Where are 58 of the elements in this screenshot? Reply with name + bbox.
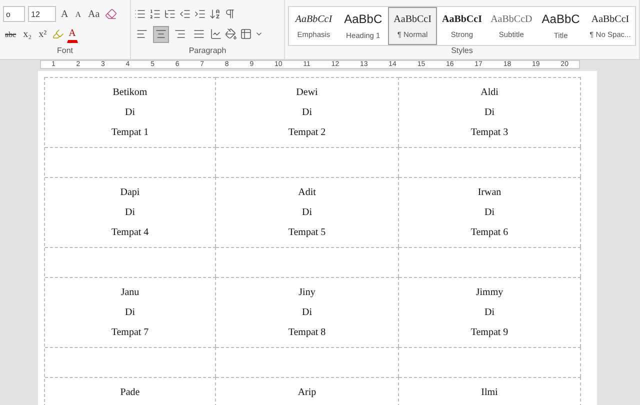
strikethrough-button[interactable]: abc xyxy=(3,26,18,42)
cell-place: Tempat 6 xyxy=(470,226,508,240)
cell-name: Jimmy xyxy=(476,286,504,300)
cell-place: Tempat 8 xyxy=(288,326,326,340)
font-color-button[interactable]: A xyxy=(66,26,78,42)
cell-text: Di xyxy=(302,106,312,120)
align-button[interactable] xyxy=(153,26,169,42)
align-icon xyxy=(136,28,148,40)
cell-name: Jiny xyxy=(298,286,316,300)
group-label: Font xyxy=(56,46,74,57)
cell-name: Janu xyxy=(120,286,140,300)
group-label: Styles xyxy=(450,46,474,57)
cell-text: Di xyxy=(484,306,494,320)
numbering-icon[interactable] xyxy=(149,8,161,20)
cell-name: Adit xyxy=(298,186,316,200)
multilevel-list-icon[interactable] xyxy=(164,8,176,20)
highlighter-icon[interactable] xyxy=(52,28,64,40)
sort-icon[interactable] xyxy=(209,8,221,20)
cell-place: Tempat 2 xyxy=(288,126,326,140)
cell-text: Di xyxy=(125,106,135,120)
align-icon xyxy=(174,28,186,40)
cell-name: Ilmi xyxy=(481,386,498,400)
align-icon xyxy=(193,28,205,40)
change-case-button[interactable]: Aa xyxy=(86,6,102,22)
cell-name: Dewi xyxy=(296,86,318,100)
cell-name: Irwan xyxy=(478,186,502,200)
clear-formatting-icon[interactable] xyxy=(104,8,117,20)
dropdown-icon[interactable] xyxy=(255,30,263,38)
cell-place: Tempat 4 xyxy=(111,226,149,240)
cell-text: Di xyxy=(484,206,494,220)
cell-place: Tempat 1 xyxy=(111,126,149,140)
subscript-button[interactable]: x₂ xyxy=(21,26,34,42)
pilcrow-icon[interactable] xyxy=(224,8,236,20)
cell-text: Di xyxy=(125,206,135,220)
cell-text: Di xyxy=(302,306,312,320)
cell-name: Aldi xyxy=(480,86,498,100)
cell-place: Tempat 3 xyxy=(470,126,508,140)
cell-name: Arip xyxy=(298,386,316,400)
cell-place: Tempat 9 xyxy=(470,326,508,340)
borders-icon[interactable] xyxy=(240,28,252,40)
cell-text: Di xyxy=(125,306,135,320)
cell-place: Tempat 5 xyxy=(288,226,326,240)
group-label: Paragraph xyxy=(188,46,228,57)
font-size-field[interactable]: 12 xyxy=(28,6,56,22)
shading-icon[interactable] xyxy=(225,28,237,40)
font-name-field[interactable]: o xyxy=(3,6,25,22)
cell-name: Dapi xyxy=(120,186,140,200)
grow-font-button[interactable]: A xyxy=(59,6,70,22)
cell-text: Di xyxy=(484,106,494,120)
align-icon xyxy=(155,28,167,40)
cell-name: Betikom xyxy=(112,86,148,100)
superscript-button[interactable]: x² xyxy=(36,26,49,42)
decrease-indent-icon[interactable] xyxy=(179,8,191,20)
increase-indent-icon[interactable] xyxy=(194,8,206,20)
shrink-font-button[interactable]: A xyxy=(73,6,84,22)
cell-name: Pade xyxy=(120,386,140,400)
cell-place: Tempat 7 xyxy=(111,326,149,340)
cell-text: Di xyxy=(302,206,312,220)
